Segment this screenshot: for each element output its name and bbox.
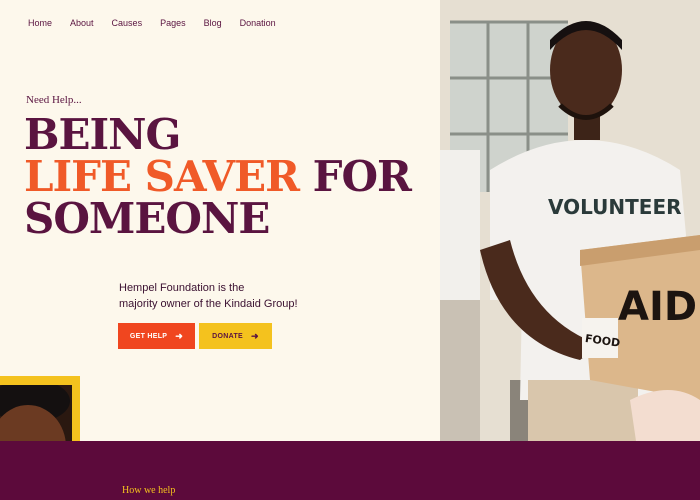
volunteer-illustration: VOLUNTEER AID FOOD xyxy=(440,0,700,441)
headline-line-2-rest: FOR xyxy=(299,152,412,201)
headline-line-1: BEING xyxy=(24,110,181,159)
how-we-help-eyebrow: How we help xyxy=(122,485,176,496)
nav-causes[interactable]: Causes xyxy=(112,18,143,28)
main-nav: Home About Causes Pages Blog Donation xyxy=(28,18,294,28)
nav-donation[interactable]: Donation xyxy=(240,18,276,28)
volunteer-photo: VOLUNTEER AID FOOD xyxy=(440,0,700,441)
description-line-2: majority owner of the Kindaid Group! xyxy=(119,298,298,310)
headline-line-3: SOMEONE xyxy=(24,194,270,243)
nav-pages[interactable]: Pages xyxy=(160,18,186,28)
headline-line-2: LIFE SAVER FOR xyxy=(24,156,412,198)
hero-description: Hempel Foundation is the majority owner … xyxy=(119,280,349,312)
description-line-1: Hempel Foundation is the xyxy=(119,282,245,294)
arrow-right-icon: ➜ xyxy=(251,330,259,341)
shirt-text: VOLUNTEER xyxy=(548,195,682,219)
donate-label: DONATE xyxy=(212,332,243,340)
hero-headline: BEING LIFE SAVER FOR SOMEONE xyxy=(24,110,412,243)
get-help-button[interactable]: GET HELP ➜ xyxy=(118,323,195,349)
hero-eyebrow: Need Help... xyxy=(26,94,82,106)
donate-button[interactable]: DONATE ➜ xyxy=(199,323,272,349)
nav-blog[interactable]: Blog xyxy=(204,18,222,28)
nav-about[interactable]: About xyxy=(70,18,94,28)
get-help-label: GET HELP xyxy=(129,332,168,340)
box-text-aid: AID xyxy=(618,284,697,330)
band-left xyxy=(0,441,72,500)
nav-home[interactable]: Home xyxy=(28,18,52,28)
arrow-right-icon: ➜ xyxy=(175,330,184,341)
